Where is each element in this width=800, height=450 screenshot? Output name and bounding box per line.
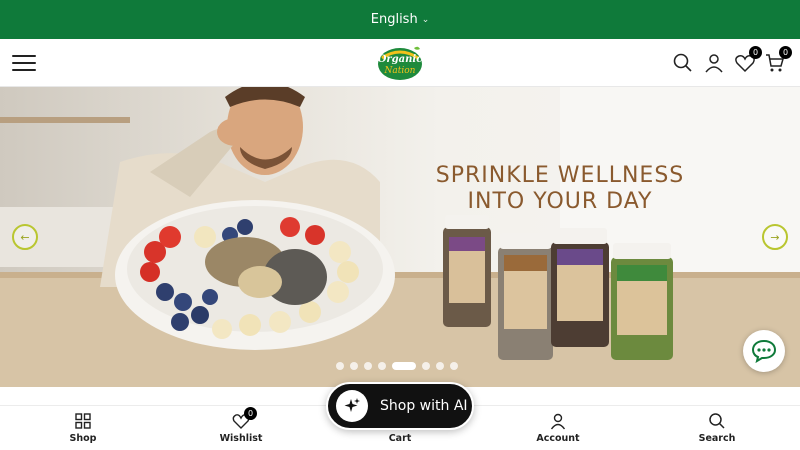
arrow-right-icon: →	[770, 230, 780, 244]
logo[interactable]: Organic Nation	[376, 44, 424, 82]
wishlist-count-badge: 0	[749, 46, 762, 59]
nav-account[interactable]: Account	[508, 412, 608, 444]
nav-search[interactable]: Search	[667, 412, 767, 444]
account-icon[interactable]	[703, 52, 725, 74]
slider-dot[interactable]	[450, 362, 458, 370]
slider-dot[interactable]	[422, 362, 430, 370]
language-label: English	[370, 12, 418, 27]
hero-title-line1: SPRINKLE WELLNESS	[435, 163, 685, 188]
heart-icon: 0	[232, 407, 257, 430]
slider-dot[interactable]	[378, 362, 386, 370]
user-icon	[549, 412, 567, 430]
chat-button[interactable]	[743, 330, 785, 372]
svg-text:Nation: Nation	[384, 66, 416, 76]
hero-image	[0, 87, 800, 387]
announcement-bar: English ⌄	[0, 0, 800, 39]
shop-with-ai-label: Shop with AI	[380, 398, 468, 414]
slider-dot-active[interactable]	[392, 362, 416, 370]
sparkle-icon	[336, 390, 368, 422]
chevron-down-icon: ⌄	[421, 14, 430, 25]
slider-pagination	[336, 362, 458, 370]
nav-shop-label: Shop	[69, 433, 97, 444]
slider-dot[interactable]	[350, 362, 358, 370]
slider-dot[interactable]	[336, 362, 344, 370]
language-selector[interactable]: English ⌄	[371, 12, 430, 27]
hero-title-line2: INTO YOUR DAY	[467, 189, 653, 214]
nav-wishlist-label: Wishlist	[219, 433, 263, 444]
nav-search-label: Search	[698, 433, 736, 444]
hero-slider[interactable]: SPRINKLE WELLNESS INTO YOUR DAY ← →	[0, 87, 800, 387]
chat-icon	[751, 339, 777, 363]
wishlist-nav-badge: 0	[244, 407, 257, 420]
nav-wishlist[interactable]: 0 Wishlist	[191, 407, 291, 444]
slider-dot[interactable]	[436, 362, 444, 370]
svg-text:Organic: Organic	[378, 54, 423, 65]
search-icon[interactable]	[672, 52, 694, 74]
shop-with-ai-button[interactable]: Shop with AI	[326, 382, 474, 430]
slider-dot[interactable]	[364, 362, 372, 370]
hero-title: SPRINKLE WELLNESS INTO YOUR DAY	[420, 163, 700, 215]
grid-icon	[74, 412, 92, 430]
site-header: Organic Nation 0 0	[0, 39, 800, 87]
cart-icon[interactable]: 0	[764, 46, 792, 74]
cart-count-badge: 0	[779, 46, 792, 59]
search-icon	[708, 412, 726, 430]
menu-icon[interactable]	[12, 55, 36, 71]
nav-cart-label: Cart	[388, 433, 412, 444]
arrow-left-icon: ←	[20, 230, 30, 244]
slider-next-button[interactable]: →	[762, 224, 788, 250]
nav-shop[interactable]: Shop	[33, 412, 133, 444]
slider-prev-button[interactable]: ←	[12, 224, 38, 250]
wishlist-icon[interactable]: 0	[734, 46, 762, 74]
nav-account-label: Account	[536, 433, 580, 444]
